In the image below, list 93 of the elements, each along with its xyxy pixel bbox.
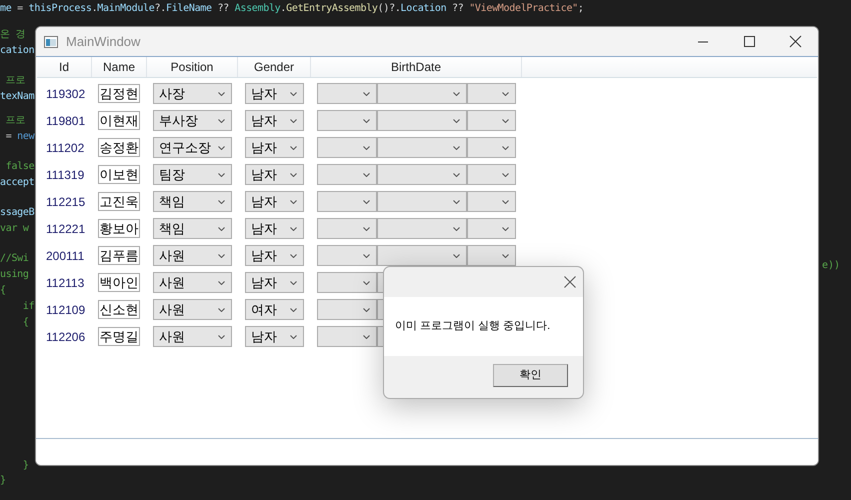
- code-line: 온 경: [0, 28, 26, 42]
- dropdown[interactable]: 사원: [153, 299, 232, 320]
- dropdown[interactable]: [377, 110, 467, 131]
- dropdown[interactable]: 책임: [153, 218, 232, 239]
- window-icon: [44, 36, 58, 48]
- code-line: {: [22, 316, 29, 330]
- code-line: texNam: [0, 90, 34, 104]
- name-field[interactable]: 송정환: [98, 138, 140, 157]
- code-line: 프로: [4, 74, 26, 88]
- dropdown[interactable]: 남자: [245, 326, 304, 347]
- name-field[interactable]: 신소현: [98, 300, 140, 319]
- column-header[interactable]: Gender: [238, 57, 311, 77]
- dropdown[interactable]: 사원: [153, 245, 232, 266]
- column-header[interactable]: Id: [37, 57, 92, 77]
- code-line: false: [4, 160, 34, 174]
- name-field[interactable]: 황보아: [98, 219, 140, 238]
- code-line: accept: [0, 176, 34, 190]
- dropdown[interactable]: [317, 218, 377, 239]
- dropdown[interactable]: 남자: [245, 110, 304, 131]
- code-line: if: [22, 300, 34, 314]
- dropdown[interactable]: 남자: [245, 245, 304, 266]
- code-line: = new: [4, 130, 34, 144]
- dropdown[interactable]: 사원: [153, 326, 232, 347]
- dropdown[interactable]: [467, 191, 516, 212]
- dropdown[interactable]: [467, 137, 516, 158]
- id-cell-text: 111202: [45, 140, 86, 156]
- code-line: //Swi: [0, 252, 29, 266]
- code-line: using: [0, 268, 29, 282]
- code-line: {: [0, 284, 6, 298]
- dropdown[interactable]: [317, 326, 377, 347]
- code-line: 프로: [4, 114, 26, 128]
- dropdown[interactable]: [377, 245, 467, 266]
- name-field[interactable]: 이보현: [98, 165, 140, 184]
- name-field[interactable]: 김정현: [98, 84, 140, 103]
- dropdown[interactable]: 남자: [245, 137, 304, 158]
- dropdown[interactable]: 남자: [245, 191, 304, 212]
- dropdown[interactable]: 남자: [245, 218, 304, 239]
- dropdown[interactable]: [317, 110, 377, 131]
- name-field[interactable]: 주명길: [98, 327, 140, 346]
- dropdown[interactable]: 부사장: [153, 110, 232, 131]
- dropdown[interactable]: 연구소장: [153, 137, 232, 158]
- dropdown[interactable]: [317, 272, 377, 293]
- dropdown[interactable]: 남자: [245, 83, 304, 104]
- dropdown[interactable]: [317, 164, 377, 185]
- column-header[interactable]: BirthDate: [311, 57, 522, 77]
- code-line: }: [0, 474, 6, 488]
- code-line: me = thisProcess.MainModule?.FileName ?? Assembly.GetEntryAssembly()?.Location ?? "ViewModelPractice";: [0, 2, 584, 16]
- dropdown[interactable]: [467, 83, 516, 104]
- id-cell-text: 200111: [45, 248, 86, 264]
- dropdown[interactable]: [317, 299, 377, 320]
- dropdown[interactable]: [467, 218, 516, 239]
- id-cell-text: 111319: [45, 166, 86, 184]
- dropdown[interactable]: [317, 137, 377, 158]
- column-header[interactable]: Position: [147, 57, 238, 77]
- code-text: e)): [822, 259, 840, 273]
- dropdown[interactable]: 팀장: [153, 164, 232, 185]
- dropdown[interactable]: 책임: [153, 191, 232, 212]
- name-field[interactable]: 김푸름: [98, 246, 140, 265]
- id-cell-text: 112221: [45, 220, 86, 238]
- dialog-message: 이미 프로그램이 실행 중입니다.: [395, 319, 550, 334]
- id-cell-text: 112109: [45, 302, 86, 318]
- dropdown[interactable]: 사원: [153, 272, 232, 293]
- window-title: MainWindow: [66, 32, 140, 51]
- dropdown[interactable]: 사장: [153, 83, 232, 104]
- dropdown[interactable]: [377, 164, 467, 185]
- close-icon[interactable]: [564, 276, 576, 288]
- id-cell-text: 119302: [45, 86, 86, 102]
- ok-button[interactable]: 확인: [493, 364, 568, 387]
- id-cell-text: 112113: [45, 274, 86, 292]
- code-line: var w: [0, 222, 29, 236]
- name-field[interactable]: 백아인: [98, 273, 140, 292]
- dropdown[interactable]: [377, 191, 467, 212]
- dropdown[interactable]: [467, 164, 516, 185]
- dropdown[interactable]: [377, 83, 467, 104]
- code-line: cation: [0, 44, 34, 58]
- dropdown[interactable]: [317, 191, 377, 212]
- dropdown[interactable]: [317, 245, 377, 266]
- id-cell-text: 112215: [45, 194, 86, 210]
- dropdown[interactable]: [467, 110, 516, 131]
- code-line: ssageB: [0, 206, 34, 220]
- id-cell-text: 119801: [45, 112, 86, 130]
- dropdown[interactable]: [377, 218, 467, 239]
- column-header[interactable]: Name: [92, 57, 147, 77]
- dropdown[interactable]: [467, 245, 516, 266]
- name-field[interactable]: 고진욱: [98, 192, 140, 211]
- dropdown[interactable]: [377, 137, 467, 158]
- dropdown[interactable]: 여자: [245, 299, 304, 320]
- code-line: }: [22, 459, 29, 473]
- id-cell-text: 112206: [45, 328, 86, 346]
- dropdown[interactable]: [317, 83, 377, 104]
- dropdown[interactable]: 남자: [245, 164, 304, 185]
- name-field[interactable]: 이현재: [98, 111, 140, 130]
- dropdown[interactable]: 남자: [245, 272, 304, 293]
